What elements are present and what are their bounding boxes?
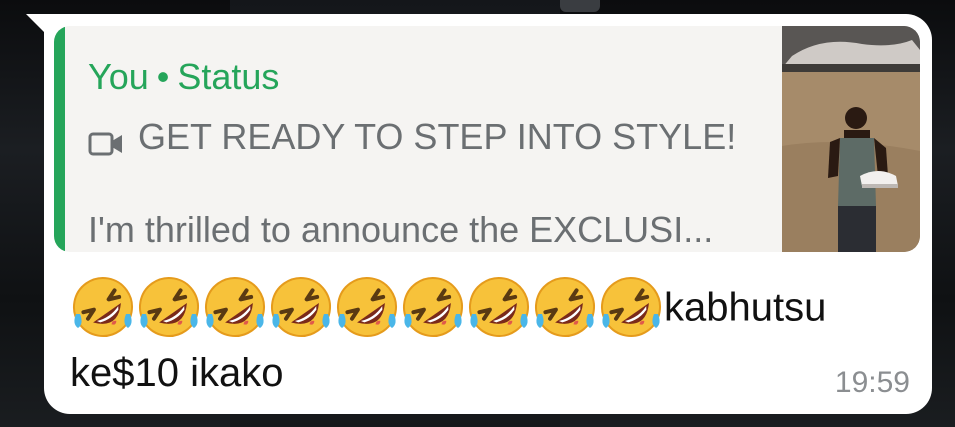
- message-bubble[interactable]: You • Status GET READY TO STEP INTO STYLE!…: [44, 14, 932, 414]
- message-timestamp: 19:59: [834, 366, 910, 399]
- rolling-on-the-floor-laughing-emoji: [202, 274, 268, 340]
- message-word-1: kabhutsu: [664, 285, 827, 330]
- status-thumbnail[interactable]: [782, 26, 920, 252]
- quoted-status-reply[interactable]: You • Status GET READY TO STEP INTO STYLE!…: [54, 26, 920, 252]
- rolling-on-the-floor-laughing-emoji: [532, 274, 598, 340]
- quote-separator: •: [156, 56, 170, 97]
- quote-caption-text: GET READY TO STEP INTO STYLE!: [138, 116, 737, 157]
- quote-caption-line-2: I'm thrilled to announce the EXCLUSI...: [88, 209, 714, 250]
- quote-accent-bar: [54, 26, 65, 252]
- wallpaper-notch: [560, 0, 600, 12]
- message-line-2: ke$10 ikako: [70, 351, 284, 396]
- quote-author: You: [88, 56, 149, 97]
- quote-header: You • Status: [88, 56, 279, 98]
- quote-caption-line-1: GET READY TO STEP INTO STYLE!: [88, 116, 736, 158]
- rolling-on-the-floor-laughing-emoji: [400, 274, 466, 340]
- rolling-on-the-floor-laughing-emoji: [334, 274, 400, 340]
- rolling-on-the-floor-laughing-emoji: [598, 274, 664, 340]
- message-text: kabhutsu ke$10 ikako: [70, 272, 930, 406]
- rolling-on-the-floor-laughing-emoji: [268, 274, 334, 340]
- rolling-on-the-floor-laughing-emoji: [70, 274, 136, 340]
- rolling-on-the-floor-laughing-emoji: [136, 274, 202, 340]
- rolling-on-the-floor-laughing-emoji: [466, 274, 532, 340]
- emoji-row: [70, 274, 664, 340]
- video-camera-icon: [88, 124, 126, 156]
- quote-type: Status: [177, 56, 280, 97]
